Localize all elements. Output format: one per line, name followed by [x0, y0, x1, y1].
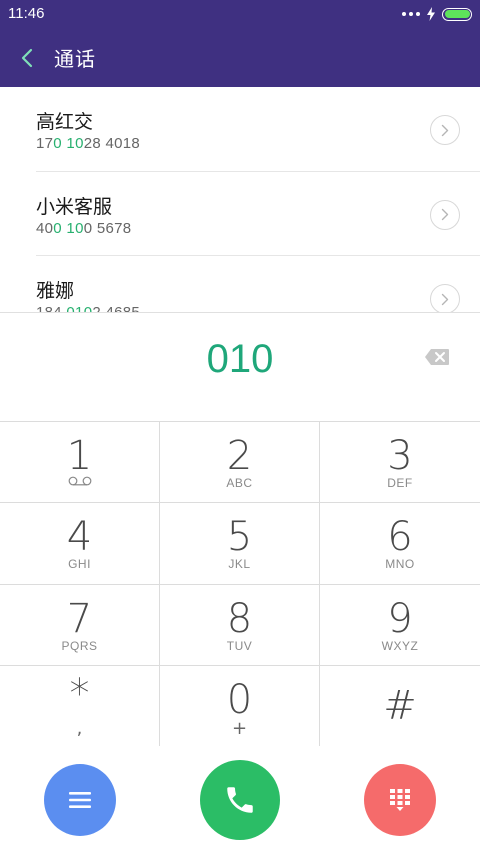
contact-info-button[interactable] [430, 115, 460, 145]
contact-item[interactable]: 高红交 170 1028 4018 [36, 87, 480, 172]
contact-info-button[interactable] [430, 199, 460, 230]
key-sub-symbol: + [231, 717, 248, 739]
number-part: 0 5678 [83, 219, 132, 237]
contact-number: 170 1028 4018 [36, 135, 140, 152]
dial-display: 010 [0, 312, 480, 422]
chevron-right-icon [441, 124, 449, 136]
key-letters: WXYZ [381, 638, 419, 653]
action-bar [0, 746, 480, 853]
menu-icon [69, 792, 91, 808]
key-6[interactable]: 6 MNO [320, 503, 480, 585]
key-0[interactable]: 0 + [160, 665, 320, 747]
key-digit: 8 [226, 595, 253, 642]
dial-keypad: 1 2 ABC 3 DEF 4 GHI 5 JKL 6 MNO 7 PQRS 8 TUV 9 WXYZ *, 0 + # [0, 421, 480, 747]
key-digit: 5 [226, 514, 253, 561]
key-letters: MNO [385, 557, 415, 572]
contact-info-button[interactable] [430, 284, 460, 313]
number-match: 10 [66, 135, 84, 152]
key-digit: 9 [387, 595, 413, 642]
number-match: 0 [53, 135, 62, 152]
key-9[interactable]: 9 WXYZ [320, 585, 480, 666]
key-digit: 2 [226, 433, 253, 479]
key-1[interactable]: 1 [0, 422, 160, 504]
key-5[interactable]: 5 JKL [160, 503, 320, 585]
battery-icon [442, 7, 472, 21]
key-digit: 1 [66, 433, 93, 479]
dialed-number: 010 [206, 337, 274, 381]
key-digit: * [69, 670, 90, 717]
phone-icon [227, 787, 253, 813]
key-digit: 3 [387, 433, 413, 479]
chevron-left-icon [21, 48, 33, 67]
key-star[interactable]: *, [0, 665, 160, 747]
key-letters: ABC [226, 476, 253, 490]
key-sub-symbol: , [76, 717, 83, 739]
call-button[interactable] [200, 760, 280, 840]
number-part: 17 [36, 135, 54, 152]
key-letters: TUV [226, 638, 253, 653]
back-button[interactable] [0, 28, 54, 87]
key-digit: 7 [66, 595, 93, 642]
contact-name: 小米客服 [36, 195, 113, 218]
contact-item[interactable]: 雅娜 184 0102 4685 [36, 256, 480, 313]
contact-item[interactable]: 小米客服 400 100 5678 [36, 172, 480, 256]
voicemail-icon [68, 476, 92, 486]
charging-icon [427, 7, 435, 21]
key-8[interactable]: 8 TUV [160, 584, 320, 666]
number-part: 40 [36, 219, 54, 237]
key-7[interactable]: 7 PQRS [0, 584, 160, 666]
key-hash[interactable]: # [320, 666, 480, 747]
contact-number: 400 100 5678 [36, 220, 131, 237]
app-header: 通话 [0, 28, 480, 87]
key-digit: 4 [66, 514, 93, 561]
status-bar: 11:46 [0, 0, 480, 28]
status-time: 11:46 [8, 5, 45, 22]
status-icons [402, 6, 472, 22]
key-digit: # [383, 682, 417, 729]
menu-button[interactable] [44, 764, 116, 836]
chevron-right-icon [441, 293, 449, 305]
keypad-toggle-button[interactable] [364, 764, 436, 836]
number-match: 0 [53, 219, 62, 237]
key-letters: DEF [387, 476, 413, 490]
page-title: 通话 [54, 47, 96, 71]
key-digit: 6 [387, 514, 413, 561]
contact-name: 高红交 [36, 111, 94, 133]
key-4[interactable]: 4 GHI [0, 503, 160, 585]
contact-name: 雅娜 [36, 280, 75, 302]
number-part: 28 4018 [83, 135, 141, 152]
number-match: 10 [66, 219, 84, 237]
keypad-icon [390, 789, 410, 811]
key-letters: JKL [228, 557, 251, 572]
key-letters: PQRS [61, 638, 98, 653]
contact-suggestion-list: 高红交 170 1028 4018 小米客服 400 100 5678 雅娜 184 01… [0, 87, 480, 313]
backspace-icon[interactable] [424, 348, 450, 366]
chevron-right-icon [441, 208, 449, 221]
key-letters: GHI [68, 557, 91, 572]
key-3[interactable]: 3 DEF [320, 422, 480, 504]
key-2[interactable]: 2 ABC [160, 422, 320, 504]
signal-dots-icon [402, 12, 420, 16]
key-digit: 0 [226, 676, 253, 723]
